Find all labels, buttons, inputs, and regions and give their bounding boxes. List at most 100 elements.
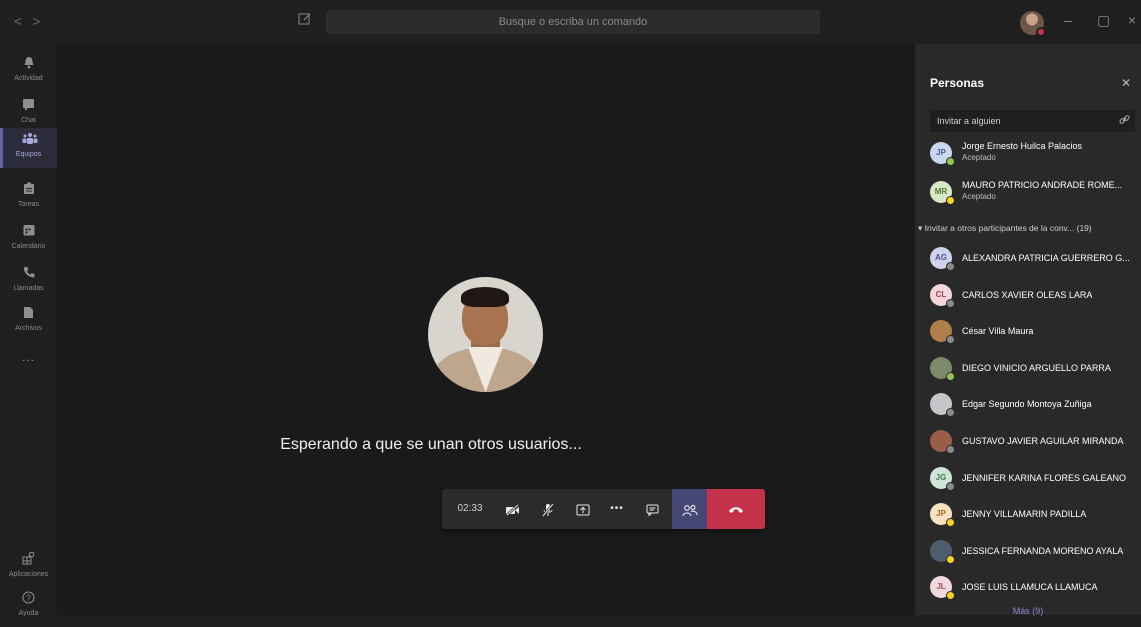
help-icon: ? xyxy=(22,591,36,605)
panel-title: Personas xyxy=(930,76,985,90)
waiting-text: Esperando a que se unan otros usuarios..… xyxy=(280,436,582,453)
teams-icon xyxy=(22,132,37,146)
presence-status-icon xyxy=(946,591,955,601)
participant-row[interactable]: JESSICA FERNANDA MORENO AYALA xyxy=(915,533,1141,569)
participant-row[interactable]: Edgar Segundo Montoya Zuñiga xyxy=(915,386,1141,422)
participant-avatar: CL xyxy=(930,283,955,308)
presence-status-icon xyxy=(946,408,955,418)
invite-others-section[interactable]: ▾ Invitar a otros participantes de la co… xyxy=(918,223,1092,234)
chat-toggle-icon[interactable] xyxy=(637,489,667,529)
app-rail: Actividad Chat Equipos Tareas Calendario… xyxy=(0,44,57,617)
rail-label: Llamadas xyxy=(13,285,44,292)
rail-item-calendario[interactable]: Calendario xyxy=(0,220,57,260)
participant-avatar xyxy=(930,430,955,454)
participant-avatar xyxy=(930,320,955,345)
maximize-button[interactable]: ▢ xyxy=(1097,12,1110,29)
avatar-initials: JP xyxy=(936,148,946,157)
title-bar: <> Busque o escriba un comando – ▢ × xyxy=(0,0,1141,44)
presence-status-icon xyxy=(946,518,955,528)
compose-icon[interactable] xyxy=(298,12,314,28)
share-screen-icon[interactable] xyxy=(568,489,598,529)
participant-row[interactable]: GUSTAVO JAVIER AGUILAR MIRANDA xyxy=(915,423,1141,459)
phone-icon xyxy=(22,266,36,280)
nav-arrows: <> xyxy=(14,13,50,29)
rail-item-ayuda[interactable]: ? Ayuda xyxy=(0,587,57,627)
invite-input[interactable] xyxy=(930,110,1135,132)
copy-link-icon[interactable] xyxy=(1119,114,1130,128)
bell-icon xyxy=(22,56,36,70)
participant-avatar: JP xyxy=(930,142,955,166)
participant-name: JENNIFER KARINA FLORES GALEANO xyxy=(962,472,1127,483)
presence-status-icon xyxy=(946,554,955,564)
participant-name: CARLOS XAVIER OLEAS LARA xyxy=(962,289,1093,300)
participant-row[interactable]: MR MAURO PATRICIO ANDRADE ROME... Aceptado xyxy=(915,174,1141,210)
rail-item-more[interactable]: ... xyxy=(0,346,57,366)
close-panel-icon[interactable]: ✕ xyxy=(1121,76,1131,90)
participant-status: Aceptado xyxy=(962,192,996,201)
rail-item-archivos[interactable]: Archivos xyxy=(0,302,57,342)
participant-avatar: JG xyxy=(930,466,955,491)
presence-status-icon xyxy=(946,335,955,345)
hang-up-button[interactable] xyxy=(707,489,765,529)
back-icon[interactable]: < xyxy=(14,13,32,29)
tasks-icon xyxy=(22,182,36,196)
minimize-button[interactable]: – xyxy=(1064,12,1072,28)
user-avatar[interactable] xyxy=(1020,11,1046,37)
close-button[interactable]: × xyxy=(1128,12,1136,28)
calendar-icon xyxy=(22,224,36,238)
participant-row[interactable]: JL JOSE LUIS LLAMUCA LLAMUCA xyxy=(915,569,1141,605)
participant-avatar xyxy=(930,356,955,381)
files-icon xyxy=(22,306,36,320)
participant-status: Aceptado xyxy=(962,153,996,162)
mic-off-icon[interactable] xyxy=(533,489,563,529)
participant-row[interactable]: AG ALEXANDRA PATRICIA GUERRERO G... xyxy=(915,240,1141,276)
participant-avatar: JP xyxy=(930,503,955,528)
rail-label: Actividad xyxy=(14,75,43,82)
rail-item-aplicaciones[interactable]: Aplicaciones xyxy=(0,548,57,588)
participants-toggle-icon[interactable] xyxy=(672,489,707,529)
waiting-message: Esperando a que se unan otros usuarios..… xyxy=(57,436,915,454)
participant-row[interactable]: CL CARLOS XAVIER OLEAS LARA xyxy=(915,277,1141,313)
participant-name: ALEXANDRA PATRICIA GUERRERO G... xyxy=(962,253,1130,263)
forward-icon[interactable]: > xyxy=(32,13,50,29)
rail-item-actividad[interactable]: Actividad xyxy=(0,52,57,92)
participant-row[interactable]: DIEGO VINICIO ARGUELLO PARRA xyxy=(915,350,1141,386)
participant-avatar: JL xyxy=(930,576,955,601)
participant-avatar: MR xyxy=(930,181,955,205)
participant-avatar xyxy=(930,393,955,418)
search-input[interactable]: Busque o escriba un comando xyxy=(326,10,820,34)
rail-label: Aplicaciones xyxy=(8,571,49,578)
rail-item-tareas[interactable]: Tareas xyxy=(0,178,57,218)
participant-avatar: AG xyxy=(930,247,955,271)
rail-label: Ayuda xyxy=(18,610,39,617)
participant-row[interactable]: JP JENNY VILLAMARIN PADILLA xyxy=(915,496,1141,532)
rail-label: Archivos xyxy=(15,325,42,332)
participant-row[interactable]: César Villa Maura xyxy=(915,313,1141,349)
rail-item-llamadas[interactable]: Llamadas xyxy=(0,262,57,302)
camera-off-icon[interactable] xyxy=(498,489,528,529)
svg-text:?: ? xyxy=(26,594,31,603)
participant-row[interactable]: JP Jorge Ernesto Huilca Palacios Aceptado xyxy=(915,135,1141,171)
participant-name: MAURO PATRICIO ANDRADE ROME... xyxy=(962,180,1123,190)
presence-status-icon xyxy=(946,196,955,205)
participant-name: Edgar Segundo Montoya Zuñiga xyxy=(962,399,1092,410)
avatar-initials: MR xyxy=(934,187,948,196)
rail-item-equipos[interactable]: Equipos xyxy=(0,128,57,168)
people-panel: Personas ✕ JP Jorge Ernesto Huilca Palaci… xyxy=(915,44,1141,616)
chat-icon xyxy=(22,98,36,112)
avatar-initials: CL xyxy=(935,289,947,299)
rail-label: Equipos xyxy=(15,151,42,158)
participant-row[interactable]: JG JENNIFER KARINA FLORES GALEANO xyxy=(915,460,1141,496)
collapse-caret-icon: ▾ xyxy=(918,223,925,233)
participant-name: JESSICA FERNANDA MORENO AYALA xyxy=(962,545,1124,556)
presence-status-icon xyxy=(946,371,955,381)
participant-name: César Villa Maura xyxy=(962,326,1034,337)
presence-status-icon xyxy=(946,157,955,166)
meeting-stage: Esperando a que se unan otros usuarios..… xyxy=(57,44,915,615)
call-controls: 02:33 ••• xyxy=(442,489,765,529)
more-actions-button[interactable]: ••• xyxy=(602,489,632,529)
participant-avatar-photo xyxy=(428,277,543,392)
presence-status-icon xyxy=(946,445,955,454)
section-label: Invitar a otros participantes de la conv… xyxy=(924,223,1092,233)
presence-status-icon xyxy=(946,262,955,271)
